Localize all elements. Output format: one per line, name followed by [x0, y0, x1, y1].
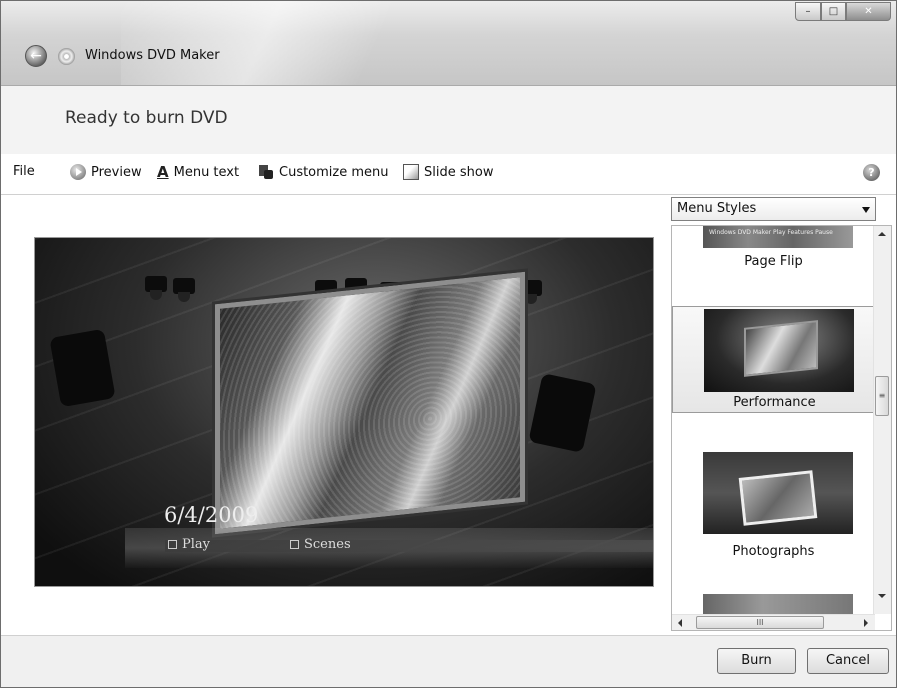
file-menu-label: File	[13, 164, 35, 179]
maximize-button[interactable]: □	[821, 2, 846, 21]
page-title: Ready to burn DVD	[65, 108, 228, 128]
slide-show-button[interactable]: Slide show	[403, 164, 493, 180]
stage-light-icon	[145, 276, 167, 300]
preview-scenes-label: Scenes	[304, 537, 351, 552]
style-item-photographs[interactable]: Photographs	[672, 450, 875, 570]
preview-play-label: Play	[182, 537, 210, 552]
burn-button[interactable]: Burn	[717, 648, 796, 674]
spotlight-icon	[49, 328, 116, 408]
preview-screen-image	[212, 268, 528, 538]
style-label-page-flip: Page Flip	[744, 254, 803, 269]
next-style-thumbnail	[703, 594, 853, 614]
preview-play-icon	[70, 164, 86, 180]
menu-text-button[interactable]: A Menu text	[157, 164, 239, 180]
photographs-thumbnail	[703, 452, 853, 534]
stage-light-icon	[173, 278, 195, 302]
footer-bar: Burn Cancel	[1, 635, 896, 687]
checkbox-icon	[168, 540, 177, 549]
preview-scenes-item: Scenes	[290, 537, 351, 552]
slide-show-label: Slide show	[424, 164, 494, 180]
title-bar: ← Windows DVD Maker – □ ✕	[1, 1, 896, 85]
checkbox-icon	[290, 540, 299, 549]
preview-label: Preview	[91, 164, 142, 180]
dvd-maker-app-icon	[58, 48, 75, 65]
style-item-performance[interactable]: Performance	[672, 306, 875, 413]
menu-preview: 6/4/2009 Play Scenes	[35, 238, 653, 586]
dvd-maker-window: ← Windows DVD Maker – □ ✕ Ready to burn …	[0, 0, 897, 688]
window-title: Windows DVD Maker	[85, 48, 220, 63]
help-icon[interactable]: ?	[863, 164, 880, 181]
menu-styles-selected: Menu Styles	[677, 201, 757, 216]
vertical-scrollbar[interactable]: ≡	[873, 226, 891, 614]
menu-styles-dropdown[interactable]: Menu Styles	[671, 197, 876, 221]
scroll-up-icon[interactable]	[878, 232, 886, 236]
preview-play-item: Play	[168, 537, 210, 552]
vertical-scroll-thumb[interactable]: ≡	[875, 376, 889, 416]
menu-styles-list: Windows DVD Maker Play Features Pause Pa…	[671, 225, 892, 631]
customize-menu-icon	[258, 164, 274, 180]
page-header: Ready to burn DVD	[1, 85, 896, 155]
page-flip-thumb-caption: Windows DVD Maker Play Features Pause	[709, 229, 833, 236]
file-menu[interactable]: File	[13, 164, 35, 179]
menu-text-label: Menu text	[173, 164, 240, 180]
style-label-photographs: Photographs	[732, 544, 815, 559]
scroll-down-icon[interactable]	[878, 594, 886, 598]
page-flip-thumbnail: Windows DVD Maker Play Features Pause	[703, 226, 853, 248]
content-area: 6/4/2009 Play Scenes Menu Styles Windows…	[1, 195, 896, 635]
cancel-button[interactable]: Cancel	[807, 648, 889, 674]
minimize-button[interactable]: –	[795, 2, 821, 21]
toolbar: File Preview A Menu text Customize menu …	[1, 154, 896, 195]
caption-buttons: – □ ✕	[795, 2, 891, 22]
style-item-page-flip[interactable]: Windows DVD Maker Play Features Pause Pa…	[672, 226, 875, 296]
scroll-left-icon[interactable]	[678, 619, 682, 627]
performance-thumbnail	[704, 309, 854, 392]
preview-button[interactable]: Preview	[70, 164, 142, 180]
customize-menu-button[interactable]: Customize menu	[258, 164, 389, 180]
horizontal-scroll-thumb[interactable]: III	[696, 616, 824, 629]
photographs-thumb-photo	[738, 470, 818, 526]
horizontal-scrollbar[interactable]: III	[672, 614, 875, 630]
style-item-next[interactable]	[672, 594, 875, 614]
preview-date: 6/4/2009	[164, 503, 259, 527]
style-label-performance: Performance	[733, 395, 816, 410]
close-button[interactable]: ✕	[846, 2, 891, 21]
customize-menu-label: Customize menu	[279, 164, 389, 180]
menu-text-icon: A	[157, 163, 169, 181]
performance-thumb-screen	[744, 320, 818, 377]
chevron-down-icon	[862, 207, 870, 213]
menu-band-strip	[165, 540, 653, 552]
slide-show-icon	[403, 164, 419, 180]
scroll-right-icon[interactable]	[864, 619, 868, 627]
back-button[interactable]: ←	[25, 45, 47, 67]
